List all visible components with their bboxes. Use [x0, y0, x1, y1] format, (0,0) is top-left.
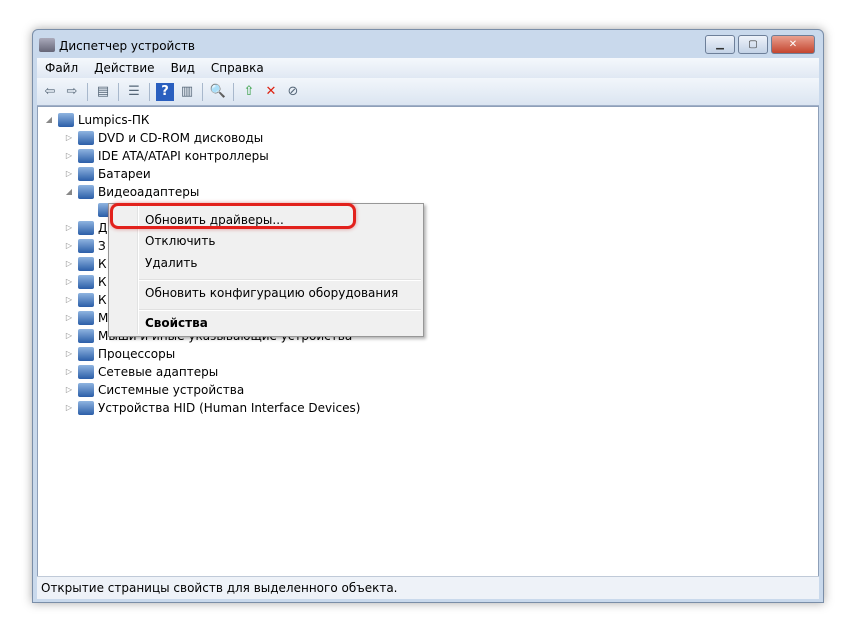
expander-icon[interactable]: ▷	[64, 147, 74, 165]
device-icon	[78, 239, 94, 253]
window-title: Диспетчер устройств	[59, 39, 196, 53]
tree-item-label: З	[98, 239, 106, 253]
device-icon	[58, 113, 74, 127]
expander-icon[interactable]: ◢	[64, 183, 74, 201]
tree-item[interactable]: ▷ Процессоры	[64, 345, 175, 363]
tree-item-label: М	[98, 311, 109, 325]
expander-icon[interactable]: ▷	[64, 309, 74, 327]
device-icon	[78, 329, 94, 343]
tree-item[interactable]: ▷ М	[64, 309, 108, 327]
device-icon	[78, 221, 94, 235]
menu-item-disable[interactable]: Отключить	[145, 234, 215, 248]
forward-icon[interactable]: ⇨	[63, 83, 81, 101]
expander-icon[interactable]: ◢	[44, 111, 54, 129]
tree-item-label: К	[98, 293, 107, 307]
highlight-box	[110, 203, 356, 229]
help-icon[interactable]: ?	[156, 82, 174, 101]
device-manager-icon	[39, 38, 55, 52]
device-icon	[78, 383, 94, 397]
tree-item-label: IDE ATA/ATAPI контроллеры	[98, 149, 269, 163]
tree-item-label: Батареи	[98, 167, 151, 181]
minimize-button[interactable]: ▁	[705, 35, 735, 54]
tree-item[interactable]: ▷ З	[64, 237, 106, 255]
tree-item[interactable]: ▷ К	[64, 273, 107, 291]
device-icon	[78, 275, 94, 289]
disable-icon[interactable]: ⊘	[284, 83, 302, 101]
device-icon	[78, 257, 94, 271]
tree-item[interactable]: ▷ Устройства HID (Human Interface Devices…	[64, 399, 360, 417]
menu-item-properties[interactable]: Свойства	[145, 316, 208, 330]
tree-item[interactable]: ▷ К	[64, 291, 107, 309]
scan-hardware-icon[interactable]: 🔍	[209, 83, 227, 101]
menu-help[interactable]: Справка	[203, 58, 272, 78]
status-bar: Открытие страницы свойств для выделенног…	[37, 576, 819, 599]
show-action-pane-icon[interactable]: ▥	[178, 83, 196, 101]
expander-icon[interactable]: ▷	[64, 273, 74, 291]
maximize-button[interactable]: ▢	[738, 35, 768, 54]
device-icon	[78, 131, 94, 145]
tree-item[interactable]: ▷ DVD и CD-ROM дисководы	[64, 129, 263, 147]
tree-item[interactable]: ▷ Сетевые адаптеры	[64, 363, 218, 381]
tree-item[interactable]: ▷ Д	[64, 219, 107, 237]
device-icon	[78, 167, 94, 181]
menu-file[interactable]: Файл	[37, 58, 86, 78]
menu-action[interactable]: Действие	[86, 58, 162, 78]
tree-item-label: Видеоадаптеры	[98, 185, 200, 199]
device-icon	[78, 365, 94, 379]
update-driver-icon[interactable]: ⇧	[240, 83, 258, 101]
tree-item-label: Процессоры	[98, 347, 176, 361]
menu-bar: Файл Действие Вид Справка	[37, 58, 819, 78]
show-hide-console-tree-icon[interactable]: ▤	[94, 83, 112, 101]
expander-icon[interactable]: ▷	[64, 237, 74, 255]
toolbar: ⇦ ⇨ ▤ ☰ ? ▥ 🔍 ⇧ ✕ ⊘	[37, 78, 819, 106]
device-icon	[78, 311, 94, 325]
device-icon	[78, 347, 94, 361]
menu-item-scan-hardware[interactable]: Обновить конфигурацию оборудования	[145, 286, 398, 300]
expander-icon[interactable]: ▷	[64, 255, 74, 273]
tree-item-label: Сетевые адаптеры	[98, 365, 219, 379]
tree-item[interactable]: ▷ Системные устройства	[64, 381, 244, 399]
properties-icon[interactable]: ☰	[125, 83, 143, 101]
menu-item-uninstall[interactable]: Удалить	[145, 256, 198, 270]
device-icon	[78, 185, 94, 199]
expander-icon[interactable]: ▷	[64, 129, 74, 147]
close-button[interactable]: ✕	[771, 35, 815, 54]
tree-item-label: К	[98, 257, 107, 271]
expander-icon[interactable]: ▷	[64, 291, 74, 309]
tree-item[interactable]: ▷ К	[64, 255, 107, 273]
back-icon[interactable]: ⇦	[41, 83, 59, 101]
tree-item-label: Устройства HID (Human Interface Devices)	[98, 401, 361, 415]
tree-item[interactable]: ▷ Батареи	[64, 165, 151, 183]
tree-item-label: К	[98, 275, 107, 289]
expander-icon[interactable]: ▷	[64, 327, 74, 345]
tree-item-label: Системные устройства	[98, 383, 245, 397]
tree-item[interactable]: ▷ IDE ATA/ATAPI контроллеры	[64, 147, 269, 165]
tree-item-label: Д	[98, 221, 108, 235]
device-icon	[78, 401, 94, 415]
expander-icon[interactable]: ▷	[64, 399, 74, 417]
tree-item-label: DVD и CD-ROM дисководы	[98, 131, 264, 145]
expander-icon[interactable]: ▷	[64, 345, 74, 363]
tree-root[interactable]: ◢ Lumpics-ПК	[44, 111, 149, 129]
tree-item[interactable]: ◢ Видеоадаптеры	[64, 183, 199, 201]
uninstall-icon[interactable]: ✕	[262, 83, 280, 101]
expander-icon[interactable]: ▷	[64, 381, 74, 399]
tree-item-label: Lumpics-ПК	[78, 113, 150, 127]
menu-view[interactable]: Вид	[163, 58, 203, 78]
expander-icon[interactable]: ▷	[64, 219, 74, 237]
expander-icon[interactable]: ▷	[64, 165, 74, 183]
expander-icon[interactable]: ▷	[64, 363, 74, 381]
device-icon	[78, 293, 94, 307]
device-icon	[78, 149, 94, 163]
